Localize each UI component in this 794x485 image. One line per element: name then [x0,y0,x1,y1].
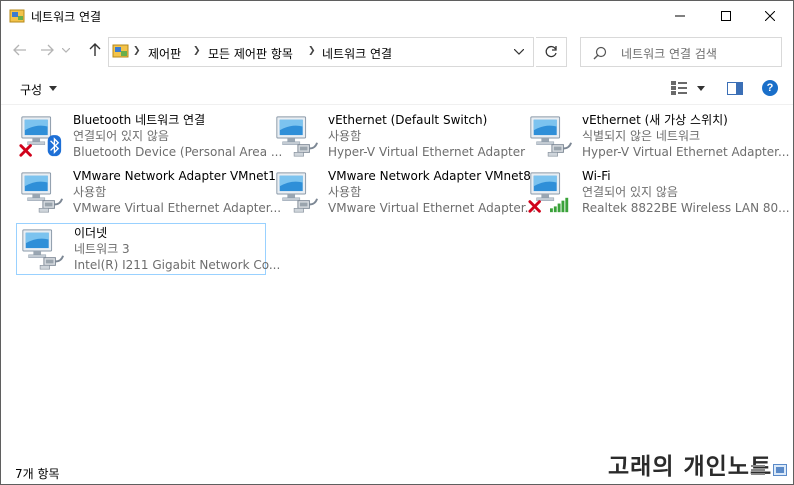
refresh-button[interactable] [536,37,567,67]
arrow-up-icon [89,43,101,56]
connection-status: 연결되어 있지 않음 [73,129,169,143]
connection-device: VMware Virtual Ethernet Adapter... [73,201,282,215]
connection-status: 사용함 [73,185,107,199]
search-icon [593,46,607,60]
connection-name: Wi-Fi [582,169,611,183]
close-button[interactable] [747,1,793,31]
search-input[interactable]: 네트워크 연결 검색 [621,45,717,62]
breadcrumb-separator-icon: ❯ [133,46,141,56]
network-connection-item[interactable]: Bluetooth 네트워크 연결연결되어 있지 않음 Bluetooth Dev… [16,111,282,163]
breadcrumb-control-panel[interactable]: 제어판 [148,45,181,62]
minimize-icon [675,15,685,17]
breadcrumb-separator-icon: ❯ [308,46,316,56]
close-icon [765,11,775,21]
help-icon[interactable]: ? [762,80,778,96]
network-connections-icon [9,9,25,23]
network-connection-item[interactable]: VMware Network Adapter VMnet8 사용함 VMware V… [271,167,536,219]
connection-name: vEthernet (Default Switch) [328,113,488,127]
network-connection-item[interactable]: 이더넷네트워크 3 Intel(R) I211 Gigabit Network C… [16,223,280,275]
item-text: VMware Network Adapter VMnet8 사용함 VMware V… [328,168,536,216]
bluetooth-adapter-icon [19,116,62,157]
navigation-bar: ❯ 제어판 ❯ 모든 제어판 항목 ❯ 네트워크 연결 네트워크 연결 검색 [1,31,793,71]
connection-device: Hyper-V Virtual Ethernet Adapter... [582,145,790,159]
item-text: VMware Network Adapter VMnet1 사용함 VMware V… [73,168,281,216]
window-title: 네트워크 연결 [31,10,102,24]
item-count: 7개 항목 [15,467,60,481]
connection-device: VMware Virtual Ethernet Adapter... [328,201,537,215]
maximize-icon [721,11,731,21]
connection-status: 사용함 [328,129,362,143]
connection-name: VMware Network Adapter VMnet1 [73,169,276,183]
chevron-down-icon[interactable] [697,86,705,91]
connection-device: Hyper-V Virtual Ethernet Adapter [328,145,526,159]
item-text: vEthernet (새 가상 스위치) 식별되지 않은 네트워크 Hyper-V … [582,112,789,160]
organize-button[interactable]: 구성 [20,81,42,98]
connection-name: vEthernet (새 가상 스위치) [582,113,728,127]
change-view-icon[interactable] [671,81,687,95]
connection-status: 네트워크 3 [74,242,130,256]
ethernet-adapter-icon [276,116,318,157]
chevron-down-icon[interactable] [514,49,524,55]
item-text: vEthernet (Default Switch) 사용함 Hyper-V Vir… [328,112,525,160]
command-bar: 구성 ? [1,71,793,105]
maximize-button[interactable] [703,1,749,31]
preview-pane-icon[interactable] [727,82,743,95]
connection-device: Realtek 8822BE Wireless LAN 80... [582,201,790,215]
ethernet-adapter-icon [21,172,63,213]
forward-button[interactable] [36,39,58,61]
connection-status: 식별되지 않은 네트워크 [582,129,701,143]
connection-device: Bluetooth Device (Personal Area ... [73,145,283,159]
control-panel-icon [112,44,129,58]
connection-name: Bluetooth 네트워크 연결 [73,113,206,127]
ethernet-adapter-icon [22,229,64,270]
explorer-window: 네트워크 연결 ❯ 제어판 ❯ 모든 제어판 항목 ❯ 네트워크 연결 네트워크… [0,0,794,485]
minimize-button[interactable] [657,1,703,31]
arrow-right-icon [41,44,54,56]
breadcrumb-separator-icon: ❯ [193,46,201,56]
network-connection-item[interactable]: vEthernet (새 가상 스위치) 식별되지 않은 네트워크 Hyper-V … [525,111,789,163]
chevron-down-icon [62,47,70,53]
connection-name: 이더넷 [74,226,108,240]
breadcrumb-all-items[interactable]: 모든 제어판 항목 [208,45,293,62]
network-connection-item[interactable]: VMware Network Adapter VMnet1 사용함 VMware V… [16,167,281,219]
search-box[interactable]: 네트워크 연결 검색 [580,37,782,67]
title-bar[interactable]: 네트워크 연결 [1,1,793,31]
up-button[interactable] [84,39,106,61]
network-connection-item[interactable]: Wi-Fi 연결되어 있지 않음 Realtek 8822BE Wireless L… [525,167,790,219]
arrow-left-icon [13,44,26,56]
recent-locations-button[interactable] [59,39,73,61]
connection-device: Intel(R) I211 Gigabit Network Co... [74,258,281,272]
ethernet-adapter-icon [276,172,318,213]
address-bar[interactable]: ❯ 제어판 ❯ 모든 제어판 항목 ❯ 네트워크 연결 [108,37,534,67]
ethernet-adapter-icon [530,116,572,157]
large-icons-view-icon[interactable] [773,464,787,476]
item-text: Wi-Fi 연결되어 있지 않음 Realtek 8822BE Wireless L… [582,168,790,216]
connection-name: VMware Network Adapter VMnet8 [328,169,531,183]
chevron-down-icon[interactable] [49,86,57,91]
network-connection-item[interactable]: vEthernet (Default Switch) 사용함 Hyper-V Vir… [271,111,525,163]
breadcrumb-network-connections[interactable]: 네트워크 연결 [322,45,392,62]
item-text: 이더넷네트워크 3 Intel(R) I211 Gigabit Network C… [74,225,280,273]
back-button[interactable] [9,39,31,61]
connection-status: 사용함 [328,185,362,199]
connection-status: 연결되어 있지 않음 [582,185,678,199]
refresh-icon [545,45,557,58]
wifi-adapter-icon [528,172,569,213]
details-view-icon[interactable] [751,464,765,476]
item-text: Bluetooth 네트워크 연결연결되어 있지 않음 Bluetooth Dev… [73,112,282,160]
watermark-text: 고래의 개인노트 [608,454,773,480]
